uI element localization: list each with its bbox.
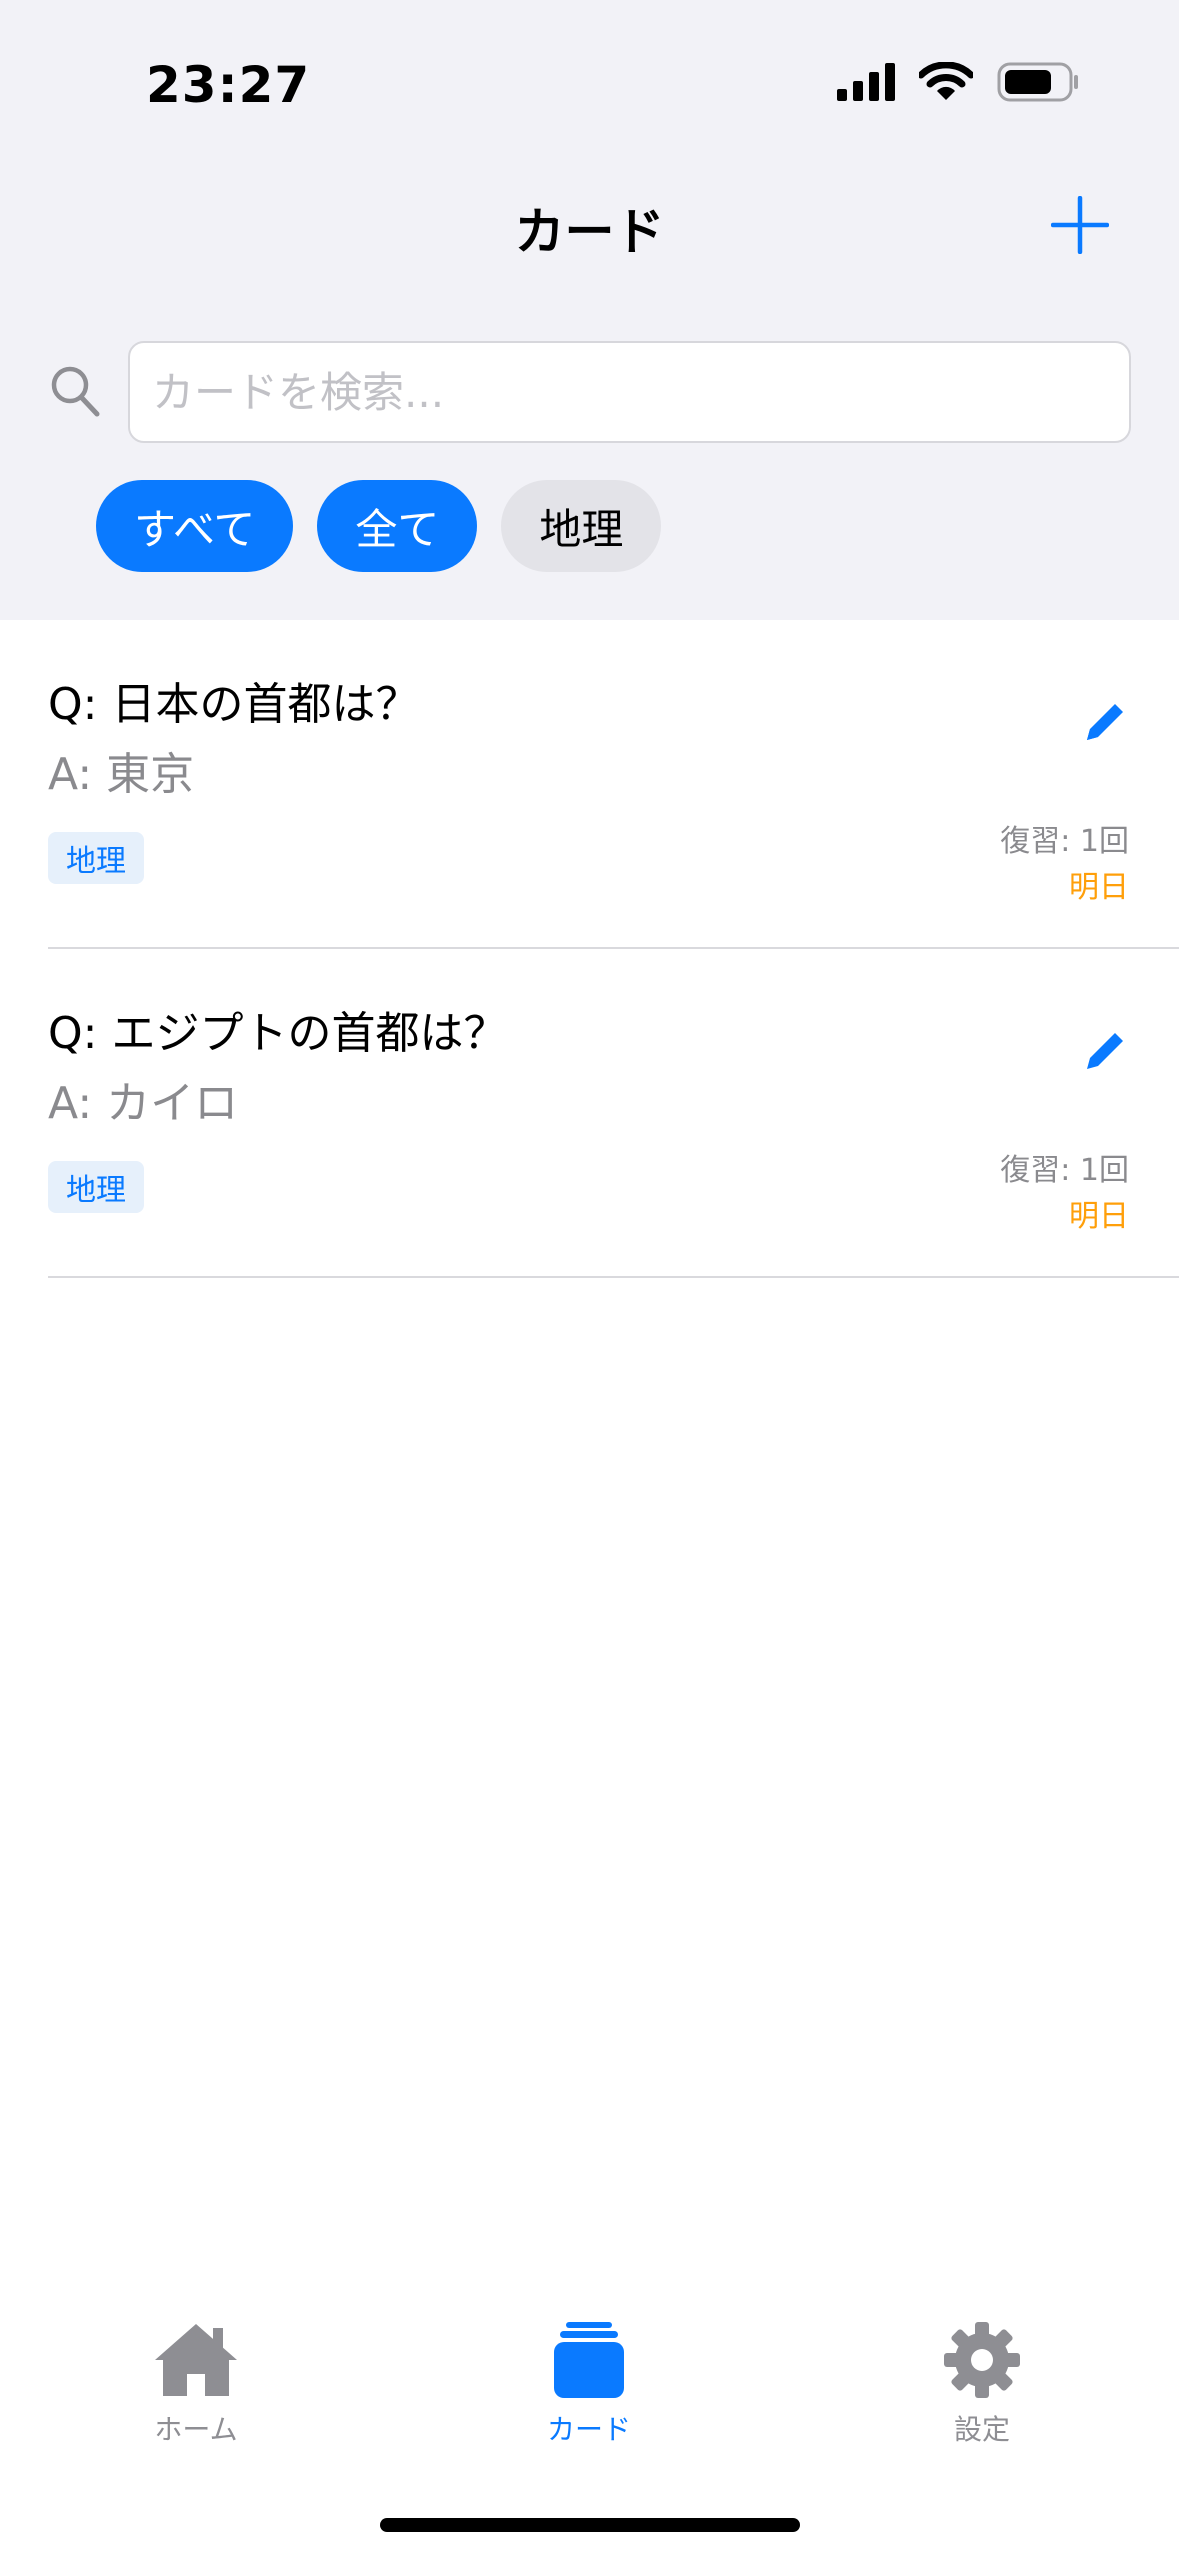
card-review-count: 復習: 1回 [1000, 824, 1129, 859]
tab-home[interactable]: ホーム [96, 2320, 296, 2448]
filter-chip-geography[interactable]: 地理 [501, 480, 662, 572]
filter-chips: すべて 全て 地理 [96, 480, 662, 572]
home-indicator[interactable] [380, 2518, 800, 2532]
card-answer: A: カイロ [48, 1078, 239, 1129]
card-question: Q: 日本の首都は？ [48, 679, 420, 730]
tab-settings[interactable]: 設定 [882, 2320, 1082, 2448]
wifi-icon [919, 62, 973, 100]
card-row[interactable]: Q: 日本の首都は？ A: 東京 地理 復習: 1回 明日 [48, 620, 1179, 949]
status-icons [837, 62, 1079, 102]
card-tag: 地理 [48, 1161, 144, 1213]
card-answer: A: 東京 [48, 749, 195, 800]
gear-icon [944, 2322, 1020, 2398]
pencil-icon[interactable] [1081, 698, 1129, 746]
cards-screen: 23:27 カード すべて 全て 地理 [0, 0, 1179, 2556]
card-question: Q: エジプトの首都は？ [48, 1008, 508, 1059]
stack-icon [554, 2322, 624, 2398]
card-tag: 地理 [48, 832, 144, 884]
filter-chip-all-alt[interactable]: 全て [317, 480, 478, 572]
tab-settings-label: 設定 [953, 2413, 1010, 2446]
plus-icon[interactable] [1051, 196, 1109, 254]
tab-home-label: ホーム [154, 2413, 238, 2446]
card-due-date: 明日 [1069, 1199, 1129, 1234]
pencil-icon[interactable] [1081, 1027, 1129, 1075]
tab-cards[interactable]: カード [489, 2320, 689, 2448]
card-row[interactable]: Q: エジプトの首都は？ A: カイロ 地理 復習: 1回 明日 [48, 949, 1179, 1278]
filter-chip-all[interactable]: すべて [96, 480, 294, 572]
search-icon [51, 366, 100, 417]
search-input[interactable] [128, 341, 1131, 443]
card-due-date: 明日 [1069, 870, 1129, 905]
house-icon [155, 2324, 237, 2396]
card-review-count: 復習: 1回 [1000, 1153, 1129, 1188]
tab-cards-label: カード [546, 2413, 631, 2446]
battery-icon [997, 62, 1078, 102]
page-title: カード [514, 203, 665, 261]
status-time: 23:27 [146, 56, 311, 114]
cellular-signal-icon [837, 63, 895, 101]
